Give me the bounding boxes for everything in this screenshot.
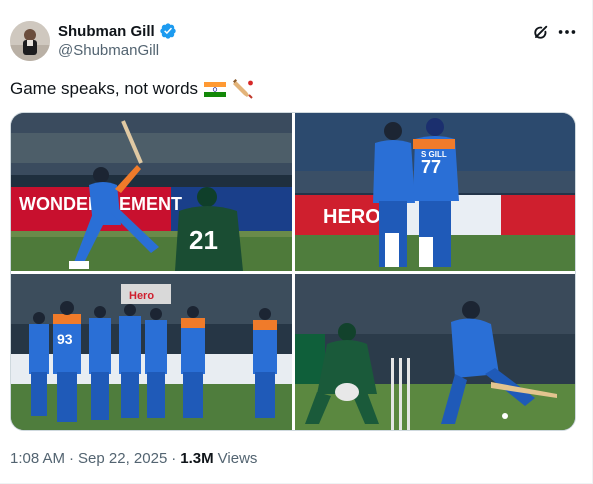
photo-2-banner: HERO: [323, 206, 381, 228]
verified-badge-icon: [160, 23, 176, 39]
author-handle[interactable]: @ShubmanGill: [58, 42, 159, 59]
meta-separator: ·: [69, 450, 75, 467]
avatar[interactable]: [10, 21, 50, 61]
photo-4[interactable]: [295, 274, 575, 430]
photo-2-shirt: S GILL: [421, 150, 447, 159]
more-options-icon[interactable]: [556, 21, 578, 43]
photo-2-image: HERO 77 S GILL: [295, 113, 575, 271]
media-grid: WONDER CEMENT 21 HERO 77 S GILL Hero 93: [10, 112, 576, 431]
photo-2[interactable]: HERO 77 S GILL: [295, 113, 575, 271]
post: Shubman Gill @ShubmanGill Game speaks, n…: [0, 0, 593, 484]
photo-3-banner: Hero: [129, 290, 154, 302]
photo-3-jersey: 93: [57, 331, 73, 347]
photo-3[interactable]: Hero 93: [11, 274, 292, 430]
author-name-row[interactable]: Shubman Gill: [58, 22, 177, 40]
meta-separator-2: ·: [171, 450, 177, 467]
photo-1-image: WONDER CEMENT 21: [11, 113, 292, 271]
photo-4-image: [295, 274, 575, 430]
photo-2-jersey: 77: [421, 157, 441, 177]
avatar-image: [10, 21, 50, 61]
views-count[interactable]: 1.3M: [180, 450, 213, 467]
post-date[interactable]: Sep 22, 2025: [78, 450, 167, 467]
post-text: Game speaks, not words: [10, 78, 254, 100]
india-flag-icon: [204, 81, 227, 97]
photo-1-jersey: 21: [189, 225, 218, 255]
post-meta: 1:08 AM · Sep 22, 2025 · 1.3M Views: [10, 450, 257, 467]
cricket-bat-icon: [233, 79, 253, 99]
post-time[interactable]: 1:08 AM: [10, 450, 65, 467]
views-label: Views: [217, 450, 258, 467]
grok-icon[interactable]: [530, 21, 552, 43]
post-text-body: Game speaks, not words: [10, 79, 199, 98]
author-name[interactable]: Shubman Gill: [58, 23, 155, 40]
photo-1[interactable]: WONDER CEMENT 21: [11, 113, 292, 271]
photo-3-image: Hero 93: [11, 274, 292, 430]
